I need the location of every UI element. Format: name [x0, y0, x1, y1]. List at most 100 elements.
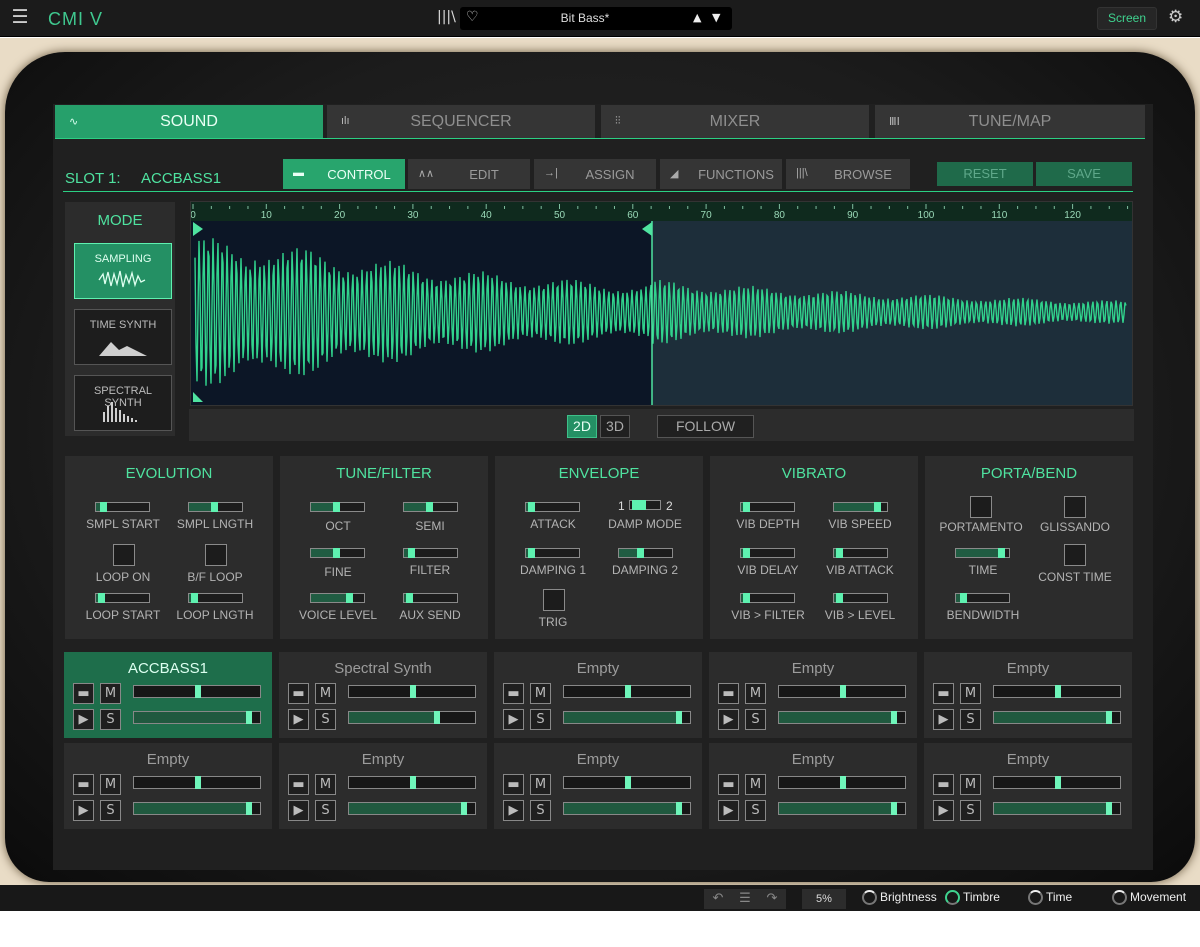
- slot-pan-slider[interactable]: [348, 685, 476, 698]
- mute-button[interactable]: M: [100, 683, 121, 704]
- slot-pan-slider[interactable]: [993, 685, 1121, 698]
- slot-title[interactable]: Empty: [494, 751, 702, 768]
- screen-button[interactable]: Screen: [1097, 7, 1157, 30]
- play-icon[interactable]: ▶: [718, 709, 739, 730]
- solo-button[interactable]: S: [100, 709, 121, 730]
- slot-pan-slider[interactable]: [778, 685, 906, 698]
- view-3d-button[interactable]: 3D: [600, 415, 630, 438]
- slot-8[interactable]: Empty ▬ M ▶ S: [494, 743, 702, 829]
- slot-pan-slider[interactable]: [133, 776, 261, 789]
- fine-slider[interactable]: [310, 548, 365, 558]
- subtab-control[interactable]: ▬ CONTROL: [283, 159, 405, 189]
- mode-sampling-button[interactable]: SAMPLING: [74, 243, 172, 299]
- play-icon[interactable]: ▶: [288, 800, 309, 821]
- oct-slider[interactable]: [310, 502, 365, 512]
- timbre-dial-icon[interactable]: [945, 890, 960, 906]
- loop-start-slider[interactable]: [95, 593, 150, 603]
- subtab-functions[interactable]: ◢ FUNCTIONS: [660, 159, 782, 189]
- subtab-browse[interactable]: |||\ BROWSE: [786, 159, 910, 189]
- solo-button[interactable]: S: [745, 800, 766, 821]
- damping2-slider[interactable]: [618, 548, 673, 558]
- slot-5[interactable]: Empty ▬ M ▶ S: [924, 652, 1132, 738]
- folder-icon[interactable]: ▬: [288, 774, 309, 795]
- slot-level-slider[interactable]: [778, 802, 906, 815]
- hamburger-menu-icon[interactable]: ☰: [10, 8, 30, 28]
- bendwidth-slider[interactable]: [955, 593, 1010, 603]
- slot-7[interactable]: Empty ▬ M ▶ S: [279, 743, 487, 829]
- solo-button[interactable]: S: [315, 800, 336, 821]
- tab-mixer[interactable]: ⫶⫶ MIXER: [601, 105, 869, 138]
- preset-name[interactable]: Bit Bass*: [460, 11, 710, 25]
- save-button[interactable]: SAVE: [1036, 162, 1132, 186]
- play-icon[interactable]: ▶: [73, 709, 94, 730]
- attack-slider[interactable]: [525, 502, 580, 512]
- voice-level-slider[interactable]: [310, 593, 365, 603]
- folder-icon[interactable]: ▬: [718, 683, 739, 704]
- solo-button[interactable]: S: [530, 709, 551, 730]
- folder-icon[interactable]: ▬: [288, 683, 309, 704]
- slot-title[interactable]: Empty: [709, 751, 917, 768]
- waveform-display[interactable]: 0 10 20 30 40 50 60 70 80 90 100 110 120: [190, 201, 1133, 406]
- play-icon[interactable]: ▶: [73, 800, 94, 821]
- mute-button[interactable]: M: [960, 774, 981, 795]
- slot-level-slider[interactable]: [348, 802, 476, 815]
- folder-icon[interactable]: ▬: [933, 683, 954, 704]
- slot-6[interactable]: Empty ▬ M ▶ S: [64, 743, 272, 829]
- slot-pan-slider[interactable]: [778, 776, 906, 789]
- vib-level-slider[interactable]: [833, 593, 888, 603]
- mode-time-synth-button[interactable]: TIME SYNTH: [74, 309, 172, 365]
- movement-dial-icon[interactable]: [1112, 890, 1127, 906]
- bf-loop-checkbox[interactable]: [205, 544, 227, 566]
- follow-button[interactable]: FOLLOW: [657, 415, 754, 438]
- slot-pan-slider[interactable]: [348, 776, 476, 789]
- tab-sequencer[interactable]: ılı SEQUENCER: [327, 105, 595, 138]
- vib-delay-slider[interactable]: [740, 548, 795, 558]
- subtab-edit[interactable]: ∧∧ EDIT: [408, 159, 530, 189]
- macro-brightness[interactable]: Brightness: [862, 890, 937, 906]
- mute-button[interactable]: M: [315, 774, 336, 795]
- brightness-dial-icon[interactable]: [862, 890, 877, 906]
- slot-level-slider[interactable]: [993, 711, 1121, 724]
- folder-icon[interactable]: ▬: [933, 774, 954, 795]
- play-icon[interactable]: ▶: [288, 709, 309, 730]
- slot-10[interactable]: Empty ▬ M ▶ S: [924, 743, 1132, 829]
- solo-button[interactable]: S: [530, 800, 551, 821]
- macro-timbre[interactable]: Timbre: [945, 890, 1000, 906]
- slot-pan-slider[interactable]: [133, 685, 261, 698]
- slot-title[interactable]: Empty: [64, 751, 272, 768]
- play-icon[interactable]: ▶: [503, 800, 524, 821]
- play-icon[interactable]: ▶: [718, 800, 739, 821]
- solo-button[interactable]: S: [960, 800, 981, 821]
- tab-tune-map[interactable]: ⅢⅠ TUNE/MAP: [875, 105, 1145, 138]
- slot-title[interactable]: Empty: [924, 660, 1132, 677]
- mute-button[interactable]: M: [315, 683, 336, 704]
- vib-depth-slider[interactable]: [740, 502, 795, 512]
- macro-time[interactable]: Time: [1028, 890, 1072, 906]
- slot-level-slider[interactable]: [778, 711, 906, 724]
- mute-button[interactable]: M: [530, 774, 551, 795]
- undo-icon[interactable]: ↶: [704, 889, 732, 909]
- solo-button[interactable]: S: [960, 709, 981, 730]
- loop-length-slider[interactable]: [188, 593, 243, 603]
- slot-level-slider[interactable]: [348, 711, 476, 724]
- mute-button[interactable]: M: [960, 683, 981, 704]
- play-icon[interactable]: ▶: [933, 709, 954, 730]
- vib-filter-slider[interactable]: [740, 593, 795, 603]
- folder-icon[interactable]: ▬: [73, 774, 94, 795]
- slot-level-slider[interactable]: [563, 711, 691, 724]
- const-time-checkbox[interactable]: [1064, 544, 1086, 566]
- vib-attack-slider[interactable]: [833, 548, 888, 558]
- solo-button[interactable]: S: [315, 709, 336, 730]
- portamento-checkbox[interactable]: [970, 496, 992, 518]
- mode-spectral-synth-button[interactable]: SPECTRAL SYNTH: [74, 375, 172, 431]
- slot-level-slider[interactable]: [133, 711, 261, 724]
- slot-level-slider[interactable]: [133, 802, 261, 815]
- slot-title[interactable]: Empty: [924, 751, 1132, 768]
- mute-button[interactable]: M: [100, 774, 121, 795]
- time-dial-icon[interactable]: [1028, 890, 1043, 906]
- trig-checkbox[interactable]: [543, 589, 565, 611]
- tab-sound[interactable]: ∿ SOUND: [55, 105, 323, 138]
- semi-slider[interactable]: [403, 502, 458, 512]
- slot-title[interactable]: Empty: [279, 751, 487, 768]
- aux-send-slider[interactable]: [403, 593, 458, 603]
